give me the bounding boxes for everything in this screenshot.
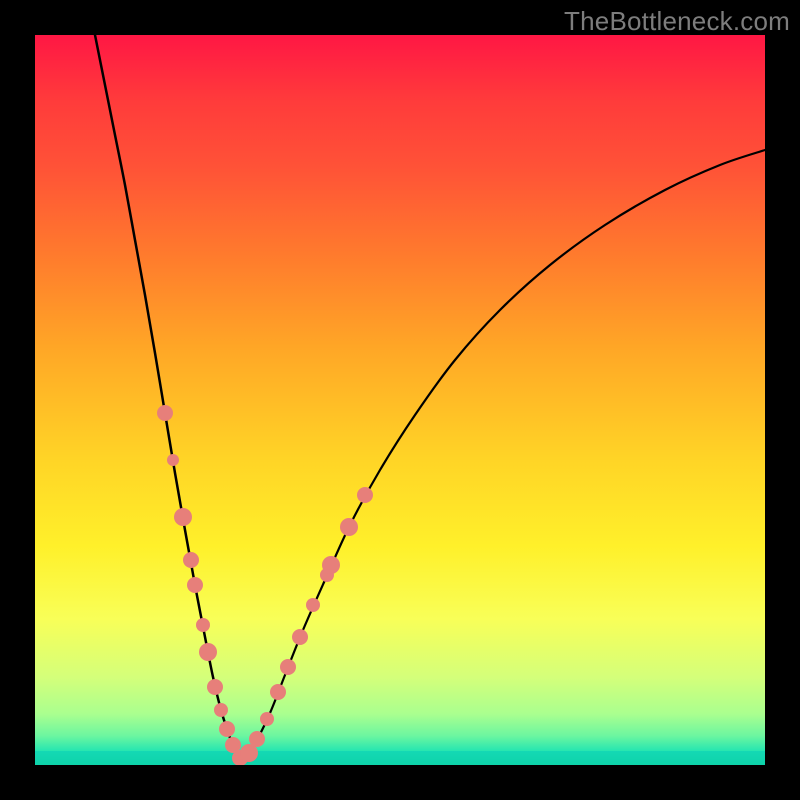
bead-marker: [280, 659, 296, 675]
bead-marker: [196, 618, 210, 632]
bead-marker: [306, 598, 320, 612]
bead-marker: [183, 552, 199, 568]
bead-marker: [167, 454, 179, 466]
bead-marker: [270, 684, 286, 700]
bead-marker: [322, 556, 340, 574]
plot-area: [35, 35, 765, 765]
bead-marker: [187, 577, 203, 593]
bead-marker: [292, 629, 308, 645]
watermark-text: TheBottleneck.com: [564, 6, 790, 37]
bead-marker: [340, 518, 358, 536]
bead-marker: [249, 731, 265, 747]
curve-right-arm: [241, 150, 765, 760]
curve-left-arm: [95, 35, 241, 760]
bead-marker: [260, 712, 274, 726]
curve-layer: [35, 35, 765, 765]
bead-marker: [214, 703, 228, 717]
bead-marker: [357, 487, 373, 503]
bead-marker: [199, 643, 217, 661]
chart-frame: TheBottleneck.com: [0, 0, 800, 800]
bead-marker: [174, 508, 192, 526]
bead-marker: [219, 721, 235, 737]
bead-marker: [157, 405, 173, 421]
bead-group: [157, 405, 373, 765]
bead-marker: [207, 679, 223, 695]
